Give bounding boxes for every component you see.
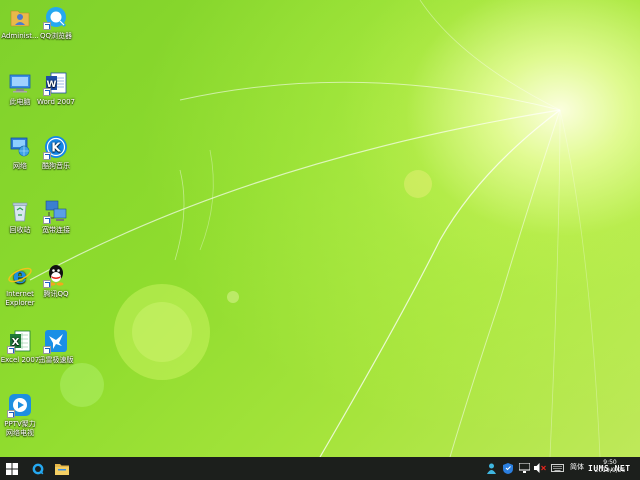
tray-shield-icon[interactable] (502, 461, 514, 475)
taskbar-qq-browser-button[interactable] (26, 457, 50, 480)
desktop-icon-excel-2007[interactable]: X Excel 2007 (0, 328, 40, 365)
shortcut-arrow-icon (43, 88, 51, 96)
desktop-icon-label: 网络 (13, 162, 27, 170)
user-folder-icon (7, 4, 33, 30)
start-button[interactable] (0, 457, 24, 480)
desktop-icon-label: QQ浏览器 (39, 32, 73, 40)
wallpaper-light-streaks (29, 0, 601, 457)
shortcut-arrow-icon (7, 346, 15, 354)
shortcut-arrow-icon (43, 22, 51, 30)
excel-icon: X (7, 328, 33, 354)
broadband-icon (43, 198, 69, 224)
desktop-icon-label: Administ... (1, 32, 39, 40)
qq-icon (43, 262, 69, 288)
desktop-icon-broadband[interactable]: 宽带连接 (36, 198, 76, 235)
desktop-icon-label: 回收站 (9, 226, 31, 234)
taskbar: 简体 9:50 2019/9/26 (0, 457, 640, 480)
desktop-icon-thunder[interactable]: 迅雷极速版 (36, 328, 76, 365)
ime-indicator[interactable]: 简体 (570, 462, 584, 472)
desktop-icon-label: 此电脑 (9, 98, 31, 106)
desktop-icon-label: PPTV聚力 网络电视 (4, 420, 36, 437)
desktop-icon-network[interactable]: 网络 (0, 134, 40, 171)
computer-icon (7, 70, 33, 96)
desktop-icon-pptv[interactable]: PPTV聚力 网络电视 (0, 392, 40, 438)
desktop-icon-label: Excel 2007 (0, 356, 40, 364)
shortcut-arrow-icon (43, 216, 51, 224)
file-explorer-icon (55, 463, 69, 475)
ie-icon: e (7, 262, 33, 289)
shortcut-arrow-icon (43, 280, 51, 288)
desktop-icon-kugou[interactable]: K 酷狗音乐 (36, 134, 76, 171)
recycle-bin-icon (7, 198, 33, 224)
tray-keyboard-icon[interactable] (550, 461, 564, 475)
desktop-icon-tencent-qq[interactable]: 腾讯QQ (36, 262, 76, 299)
tray-people-icon[interactable] (486, 461, 496, 475)
shortcut-arrow-icon (43, 346, 51, 354)
desktop-wallpaper (0, 0, 640, 457)
desktop-icon-label: 迅雷极速版 (38, 356, 74, 364)
desktop-icon-label: 腾讯QQ (43, 290, 69, 298)
shortcut-arrow-icon (7, 410, 15, 418)
desktop-icon-qq-browser[interactable]: QQ浏览器 (36, 4, 76, 41)
svg-text:K: K (51, 141, 61, 155)
desktop-icon-word-2007[interactable]: W Word 2007 (36, 70, 76, 107)
svg-text:e: e (13, 263, 27, 288)
tray-volume-muted-icon[interactable] (534, 461, 546, 475)
shortcut-arrow-icon (43, 152, 51, 160)
windows-logo-icon (6, 462, 18, 475)
tray-network-icon[interactable] (518, 461, 530, 475)
desktop-icon-administrator[interactable]: Administ... (0, 4, 40, 41)
desktop-icon-this-pc[interactable]: 此电脑 (0, 70, 40, 107)
kugou-icon: K (43, 134, 69, 160)
thunder-icon (43, 328, 69, 354)
network-icon (7, 134, 33, 160)
desktop-icon-label: Word 2007 (36, 98, 76, 106)
qq-browser-icon (43, 4, 69, 30)
qq-browser-icon (32, 463, 44, 474)
desktop-icon-label: Internet Explorer (5, 290, 35, 307)
taskbar-file-explorer-button[interactable] (50, 457, 74, 480)
desktop-icon-label: 酷狗音乐 (42, 162, 70, 170)
word-icon: W (43, 70, 69, 96)
watermark-text: IUMS.NET (588, 464, 631, 473)
pptv-icon (7, 392, 33, 418)
desktop-icon-label: 宽带连接 (42, 226, 70, 234)
desktop-icon-recycle-bin[interactable]: 回收站 (0, 198, 40, 235)
desktop-icon-internet-explorer[interactable]: e Internet Explorer (0, 262, 40, 308)
